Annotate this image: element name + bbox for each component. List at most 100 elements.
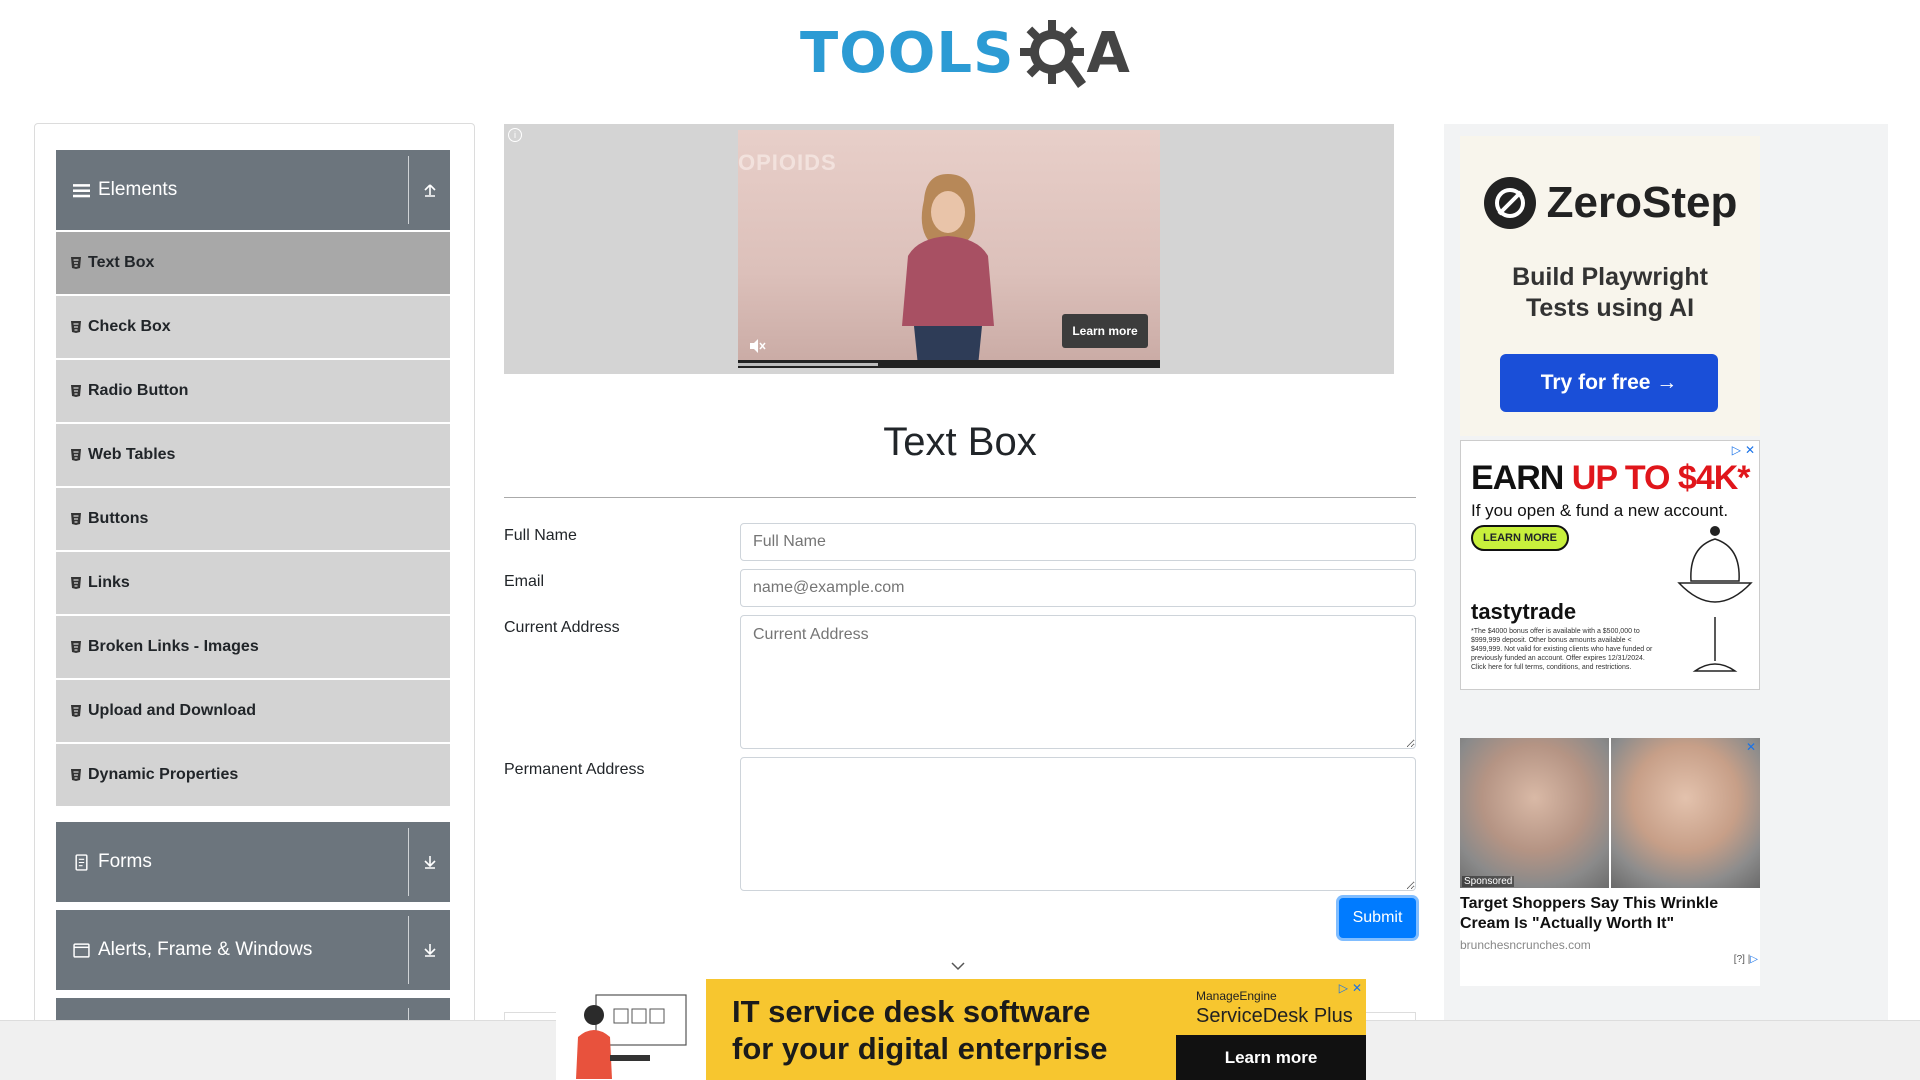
expand-down-icon: [423, 856, 436, 869]
group-header-forms-label-wrap: Forms: [56, 851, 408, 873]
servicedesk-product: ServiceDesk Plus: [1196, 1005, 1353, 1027]
logo-qa-text: A: [1086, 21, 1131, 86]
title-divider: [504, 497, 1416, 498]
sidebar-item-buttons[interactable]: Buttons: [56, 488, 450, 550]
sponsored-title[interactable]: Target Shoppers Say This Wrinkle Cream I…: [1460, 894, 1760, 934]
html5-icon: [71, 641, 81, 653]
earn-highlight: UP TO $4K*: [1571, 459, 1751, 497]
expand-toggle[interactable]: [408, 828, 450, 896]
bottom-banner-ad[interactable]: IT service desk software for your digita…: [556, 979, 1366, 1080]
group-header-elements-label-wrap: Elements: [56, 179, 408, 201]
sidebar-item-label: Broken Links - Images: [88, 638, 259, 655]
close-ad-icon[interactable]: ✕: [1352, 981, 1362, 995]
adchoices-icon[interactable]: ▷: [1732, 443, 1741, 457]
permanent-address-textarea[interactable]: [740, 757, 1416, 891]
logo-tools-text: TOOLS: [800, 21, 1015, 86]
bottom-ad-headline-2: for your digital enterprise: [732, 1031, 1108, 1066]
sponsored-ad[interactable]: Sponsored Target Shoppers Say This Wrink…: [1460, 738, 1760, 986]
sidebar-item-check-box[interactable]: Check Box: [56, 296, 450, 358]
group-label: Alerts, Frame & Windows: [98, 939, 313, 960]
hamburger-icon: [73, 183, 90, 197]
group-header-elements[interactable]: Elements: [56, 150, 450, 230]
tastytrade-brand: tastytrade: [1471, 599, 1577, 624]
full-name-label: Full Name: [504, 527, 577, 544]
group-header-forms[interactable]: Forms: [56, 822, 450, 902]
sidebar-item-label: Dynamic Properties: [88, 766, 239, 783]
manageengine-brand: ManageEngine: [1196, 989, 1277, 1003]
bottom-ad-headline-1: IT service desk software: [732, 994, 1091, 1029]
adchoices-icon: ▷: [1750, 954, 1758, 965]
sidebar-item-label: Buttons: [88, 510, 149, 527]
tastytrade-fine-print: *The $4000 bonus offer is available with…: [1471, 628, 1653, 671]
sidebar-item-links[interactable]: Links: [56, 552, 450, 614]
video-ad[interactable]: i OPIOIDS Learn more: [504, 124, 1394, 374]
earn-text: EARN: [1471, 459, 1572, 497]
adchoices-icon[interactable]: ▷: [1339, 981, 1348, 995]
sidebar-item-label: Web Tables: [88, 446, 176, 463]
page: TOOLS A Elements Text Box Check Box Radi…: [0, 0, 1920, 1080]
permanent-address-label: Permanent Address: [504, 761, 645, 778]
sidebar-item-text-box[interactable]: Text Box: [56, 232, 450, 294]
group-header-alerts-frame-windows[interactable]: Alerts, Frame & Windows: [56, 910, 450, 990]
toolsqa-logo[interactable]: TOOLS A: [800, 14, 1131, 94]
sidebar-item-upload-and-download[interactable]: Upload and Download: [56, 680, 450, 742]
html5-icon: [71, 705, 81, 717]
video-learn-more-button[interactable]: Learn more: [1062, 314, 1148, 348]
sidebar-item-label: Check Box: [88, 318, 171, 335]
left-sidebar: Elements Text Box Check Box Radio Button…: [34, 123, 475, 1080]
sidebar-item-broken-links-images[interactable]: Broken Links - Images: [56, 616, 450, 678]
expand-toggle[interactable]: [408, 916, 450, 984]
html5-icon: [71, 321, 81, 333]
close-ad-icon[interactable]: ✕: [1745, 443, 1755, 457]
collapse-toggle[interactable]: [408, 156, 450, 224]
gear-magnifier-icon: [1020, 20, 1087, 88]
zerostep-tagline-2: Tests using AI: [1525, 294, 1695, 322]
tastytrade-ad[interactable]: EARN UP TO $4K* If you open & fund a new…: [1460, 440, 1760, 690]
html5-icon: [71, 449, 81, 461]
sidebar-item-label: Links: [88, 574, 130, 591]
group-label: Elements: [98, 179, 178, 200]
tastytrade-subline: If you open & fund a new account.: [1471, 501, 1729, 520]
window-icon: [73, 942, 90, 958]
mute-icon[interactable]: [748, 338, 766, 354]
zerostep-brand-text: ZeroStep: [1546, 178, 1738, 227]
ad-info-icon[interactable]: i: [508, 128, 522, 142]
zerostep-try-button[interactable]: Try for free →: [1500, 354, 1718, 412]
sidebar-item-web-tables[interactable]: Web Tables: [56, 424, 450, 486]
html5-icon: [71, 769, 81, 781]
site-header: TOOLS A: [0, 0, 1920, 100]
full-name-input[interactable]: [740, 523, 1416, 561]
html5-icon: [71, 513, 81, 525]
sidebar-item-label: Upload and Download: [88, 702, 256, 719]
ad-image-before: [1460, 738, 1609, 888]
sidebar-item-dynamic-properties[interactable]: Dynamic Properties: [56, 744, 450, 806]
submit-button[interactable]: Submit: [1339, 898, 1416, 938]
bottom-ad-learn-more-button[interactable]: Learn more: [1176, 1035, 1366, 1080]
ad-illustration: [556, 979, 706, 1080]
tastytrade-learn-more-button[interactable]: LEARN MORE: [1471, 525, 1569, 551]
ice-cream-sundae-icon: [1677, 526, 1753, 672]
close-ad-icon[interactable]: ✕: [1746, 740, 1756, 754]
chevron-down-icon[interactable]: [950, 958, 966, 974]
current-address-textarea[interactable]: [740, 615, 1416, 749]
video-progress-bar[interactable]: [738, 360, 1160, 368]
tastytrade-headline: EARN UP TO $4K*: [1471, 459, 1751, 498]
document-icon: [75, 853, 88, 871]
group-header-alerts-label-wrap: Alerts, Frame & Windows: [56, 939, 408, 961]
sidebar-item-radio-button[interactable]: Radio Button: [56, 360, 450, 422]
zerostep-ad[interactable]: ZeroStep Build Playwright Tests using AI…: [1460, 136, 1760, 436]
sponsored-info[interactable]: [?] |▷: [1734, 954, 1758, 965]
expand-down-icon: [423, 944, 436, 957]
zerostep-tagline-1: Build Playwright: [1512, 263, 1708, 291]
zerostep-brand: ZeroStep: [1460, 176, 1760, 230]
html5-icon: [71, 385, 81, 397]
sponsored-info-text: [?] |: [1733, 954, 1751, 965]
current-address-label: Current Address: [504, 619, 620, 636]
sponsored-source[interactable]: brunchesncrunches.com: [1460, 938, 1591, 952]
ad-image-after: [1611, 738, 1760, 888]
sidebar-item-label: Text Box: [88, 254, 155, 271]
video-progress-fill: [738, 363, 878, 366]
email-label: Email: [504, 573, 545, 590]
email-input[interactable]: [740, 569, 1416, 607]
group-label: Forms: [98, 851, 152, 872]
